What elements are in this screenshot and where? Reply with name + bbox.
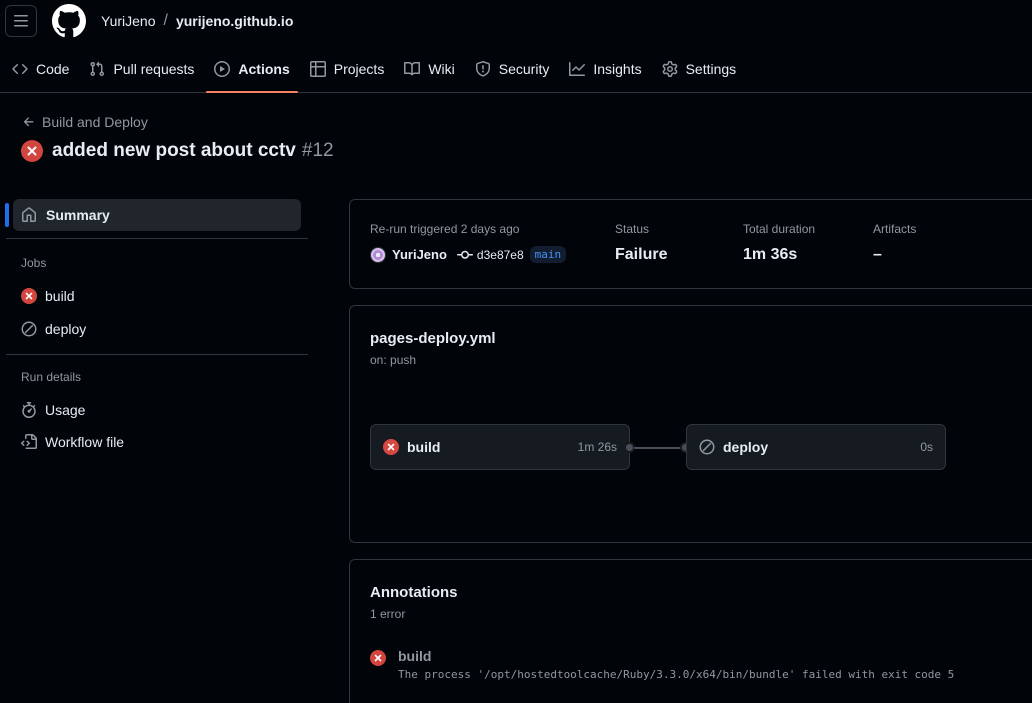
- sidebar-workflow-file-label: Workflow file: [45, 434, 125, 450]
- sidebar-item-job-deploy[interactable]: deploy: [21, 321, 86, 337]
- back-link-label: Build and Deploy: [42, 114, 148, 130]
- sidebar-job-label: build: [45, 288, 75, 304]
- workflow-trigger: on: push: [370, 353, 417, 367]
- trigger-row: YuriJeno d3e87e8 main: [370, 246, 567, 263]
- hamburger-icon: [14, 15, 28, 27]
- graph-job-build[interactable]: build 1m 26s: [370, 424, 630, 470]
- graph-connector: [634, 447, 686, 449]
- artifacts-info: Artifacts –: [873, 222, 916, 264]
- tab-projects-label: Projects: [333, 61, 385, 77]
- workflow-graph-panel: pages-deploy.yml on: push build 1m 26s d…: [349, 305, 1032, 543]
- x-circle-fill-icon: [21, 140, 43, 162]
- sidebar-run-details-heading: Run details: [21, 370, 82, 384]
- sidebar-divider: [6, 354, 308, 355]
- tab-security[interactable]: Security: [467, 48, 558, 90]
- run-number: #12: [301, 140, 334, 161]
- skip-icon: [21, 321, 37, 337]
- graph-icon: [569, 62, 586, 76]
- pull-request-icon: [90, 61, 105, 77]
- sidebar-item-workflow-file[interactable]: Workflow file: [21, 434, 124, 450]
- tab-wiki[interactable]: Wiki: [396, 48, 462, 90]
- sidebar-job-label: deploy: [45, 321, 87, 337]
- sidebar-item-job-build[interactable]: build: [21, 288, 75, 304]
- artifacts-value: –: [873, 246, 882, 263]
- sidebar-usage-label: Usage: [45, 402, 86, 418]
- code-icon: [12, 63, 28, 75]
- duration-info: Total duration 1m 36s: [743, 222, 815, 264]
- workflow-file-name: pages-deploy.yml: [370, 330, 496, 347]
- repo-path-separator: /: [163, 12, 168, 29]
- tab-actions-label: Actions: [238, 61, 290, 77]
- skip-icon: [699, 439, 715, 455]
- status-info: Status Failure: [615, 222, 667, 264]
- sidebar-summary-label: Summary: [46, 207, 110, 223]
- sidebar-item-summary[interactable]: Summary: [5, 199, 301, 231]
- page-title: added new post about cctv #12: [21, 140, 334, 162]
- tab-settings-label: Settings: [685, 61, 737, 77]
- repo-nav-tabs: Code Pull requests Actions Projects Wiki…: [0, 48, 744, 93]
- tab-actions[interactable]: Actions: [206, 48, 299, 93]
- tab-wiki-label: Wiki: [428, 61, 455, 77]
- status-value: Failure: [615, 246, 668, 263]
- gear-icon: [662, 61, 677, 77]
- run-title-text: added new post about cctv: [52, 140, 296, 161]
- sidebar-divider: [6, 238, 308, 239]
- shield-icon: [475, 61, 490, 77]
- repo-owner-link[interactable]: YuriJeno: [101, 13, 155, 29]
- file-code-icon: [21, 434, 37, 449]
- graph-job-name: deploy: [723, 439, 769, 455]
- repo-breadcrumb: YuriJeno / yurijeno.github.io: [101, 12, 293, 30]
- tab-code[interactable]: Code: [4, 48, 77, 90]
- repo-header: YuriJeno / yurijeno.github.io Code Pull …: [0, 0, 1032, 93]
- tab-security-label: Security: [498, 61, 550, 77]
- annotation-message: The process '/opt/hostedtoolcache/Ruby/3…: [398, 668, 955, 681]
- run-summary-panel: Re-run triggered 2 days ago YuriJeno d3e…: [349, 199, 1032, 289]
- tab-insights-label: Insights: [593, 61, 642, 77]
- back-to-workflow-link[interactable]: Build and Deploy: [22, 114, 148, 130]
- graph-job-duration: 0s: [920, 440, 933, 454]
- trigger-info: Re-run triggered 2 days ago YuriJeno d3e…: [370, 222, 567, 263]
- branch-badge[interactable]: main: [529, 246, 567, 263]
- duration-value: 1m 36s: [743, 246, 798, 263]
- duration-label: Total duration: [743, 222, 816, 236]
- play-icon: [214, 61, 231, 77]
- annotations-count: 1 error: [370, 607, 406, 621]
- tab-pull-requests-label: Pull requests: [113, 61, 195, 77]
- x-circle-fill-icon: [21, 288, 37, 304]
- sidebar-jobs-heading: Jobs: [21, 256, 47, 270]
- table-icon: [309, 61, 326, 77]
- commit-sha: d3e87e8: [476, 247, 524, 262]
- tab-projects[interactable]: Projects: [302, 48, 393, 90]
- tab-code-label: Code: [36, 61, 70, 77]
- arrow-left-icon: [23, 117, 34, 127]
- status-label: Status: [615, 222, 650, 236]
- sidebar-item-usage[interactable]: Usage: [21, 402, 85, 418]
- repo-name-link[interactable]: yurijeno.github.io: [176, 13, 293, 29]
- book-icon: [404, 61, 421, 76]
- tab-insights[interactable]: Insights: [561, 48, 649, 90]
- annotation-body: build The process '/opt/hostedtoolcache/…: [398, 648, 954, 681]
- git-commit-icon: [456, 250, 473, 259]
- avatar[interactable]: [370, 246, 386, 263]
- hamburger-menu-button[interactable]: [5, 5, 37, 37]
- annotations-panel: Annotations 1 error build The process '/…: [349, 559, 1032, 703]
- stopwatch-icon: [22, 402, 36, 418]
- annotation-item[interactable]: build The process '/opt/hostedtoolcache/…: [370, 648, 954, 681]
- commit-link[interactable]: d3e87e8: [456, 247, 524, 263]
- github-logo-icon[interactable]: [52, 4, 86, 38]
- artifacts-label: Artifacts: [873, 222, 917, 236]
- graph-job-name: build: [407, 439, 441, 455]
- graph-job-deploy[interactable]: deploy 0s: [686, 424, 946, 470]
- graph-job-duration: 1m 26s: [577, 440, 617, 454]
- x-circle-fill-icon: [370, 650, 386, 666]
- actor-link[interactable]: YuriJeno: [392, 247, 447, 262]
- tab-pull-requests[interactable]: Pull requests: [81, 48, 202, 90]
- annotations-title: Annotations: [370, 584, 458, 601]
- tab-settings[interactable]: Settings: [654, 48, 745, 90]
- home-icon: [22, 207, 36, 222]
- trigger-label: Re-run triggered 2 days ago: [370, 222, 520, 236]
- x-circle-fill-icon: [383, 439, 399, 455]
- annotation-job: build: [398, 648, 432, 664]
